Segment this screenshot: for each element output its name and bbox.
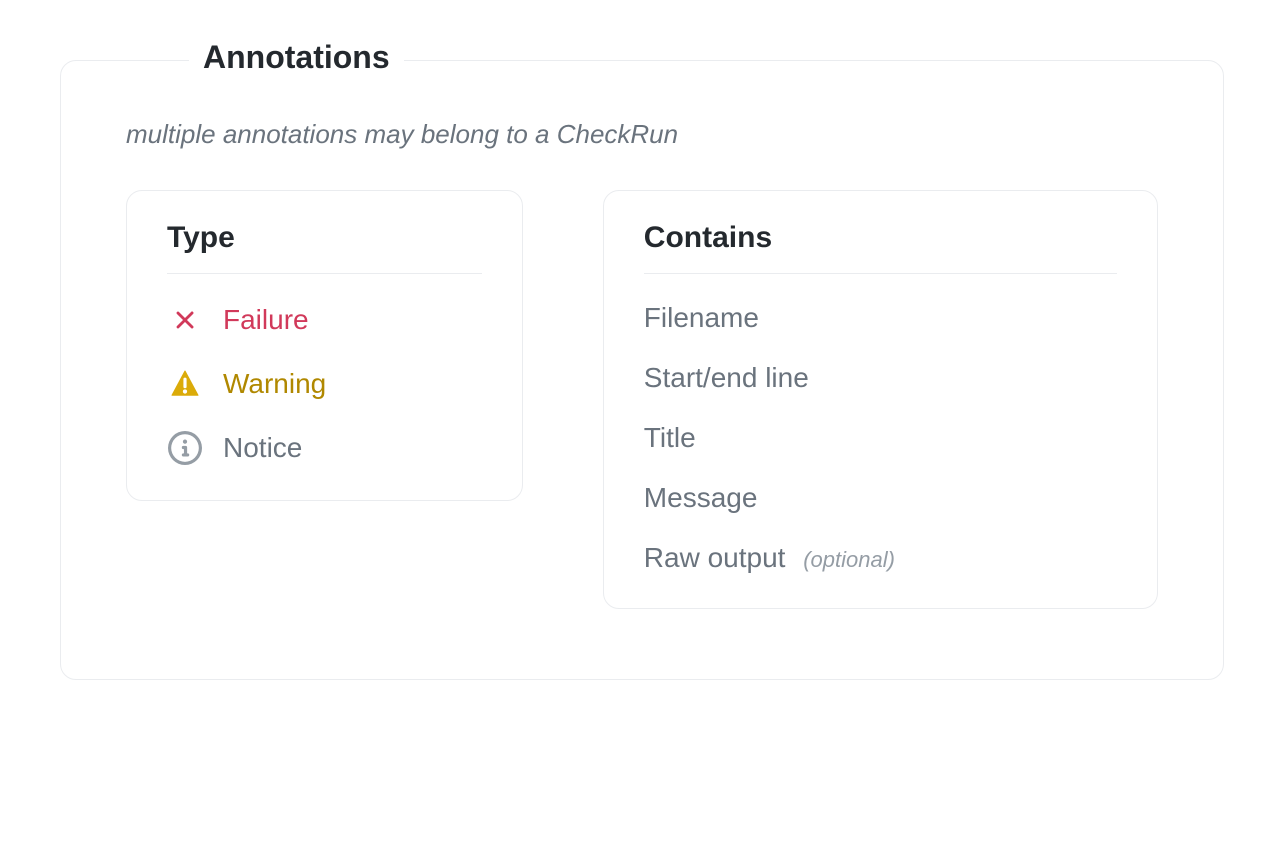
type-item-notice: Notice: [167, 430, 482, 466]
panel-title: Annotations: [189, 39, 404, 76]
type-card-title: Type: [167, 221, 482, 274]
contains-card: Contains Filename Start/end line Title M…: [603, 190, 1158, 609]
contains-card-title: Contains: [644, 221, 1117, 274]
cards-row: Type Failure Warning: [126, 190, 1158, 609]
contains-item-title: Title: [644, 422, 1117, 454]
type-label-warning: Warning: [223, 368, 326, 400]
x-icon: [167, 302, 203, 338]
type-item-warning: Warning: [167, 366, 482, 402]
contains-item-filename: Filename: [644, 302, 1117, 334]
annotations-panel: Annotations multiple annotations may bel…: [60, 60, 1224, 680]
type-label-failure: Failure: [223, 304, 309, 336]
type-card: Type Failure Warning: [126, 190, 523, 501]
alert-triangle-icon: [167, 366, 203, 402]
contains-item-message: Message: [644, 482, 1117, 514]
type-label-notice: Notice: [223, 432, 302, 464]
raw-output-note: (optional): [803, 547, 895, 572]
raw-output-label: Raw output: [644, 542, 786, 573]
panel-subtitle: multiple annotations may belong to a Che…: [126, 119, 1158, 150]
info-icon: [167, 430, 203, 466]
contains-item-raw-output: Raw output (optional): [644, 542, 1117, 574]
type-item-failure: Failure: [167, 302, 482, 338]
contains-item-start-end-line: Start/end line: [644, 362, 1117, 394]
